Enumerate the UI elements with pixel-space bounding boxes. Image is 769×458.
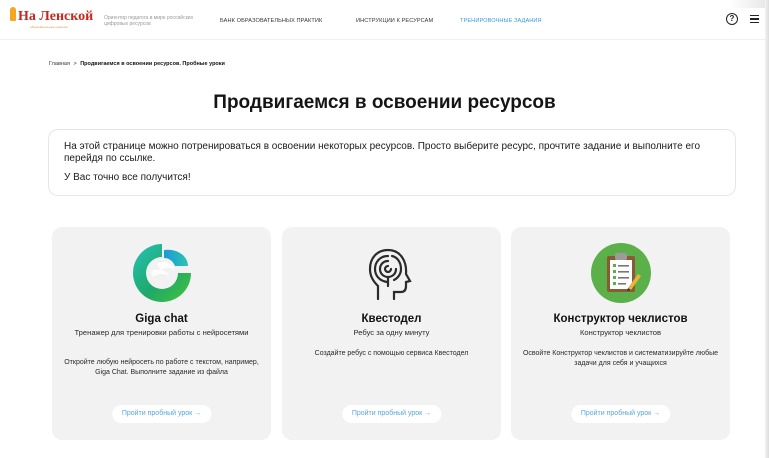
scrollbar[interactable] [765, 0, 769, 458]
nav-training-tasks[interactable]: ТРЕНИРОВОЧНЫЕ ЗАДАНИЯ [460, 18, 542, 24]
nav-practices-bank[interactable]: БАНК ОБРАЗОВАТЕЛЬНЫХ ПРАКТИК [220, 18, 322, 24]
page-edge-shadow [729, 0, 769, 8]
site-logo[interactable]: На Ленской образовательные практики [10, 7, 94, 29]
site-tagline: Ориентир педагога в мире российских цифр… [104, 15, 194, 27]
maze-head-icon [368, 248, 412, 301]
card-title: Giga chat [135, 313, 188, 325]
try-lesson-button[interactable]: Пройти пробный урок → [570, 405, 671, 423]
try-lesson-button[interactable]: Пройти пробный урок → [111, 405, 212, 423]
intro-encouragement: У Вас точно все получится! [64, 172, 191, 183]
breadcrumb-home[interactable]: Главная [49, 61, 70, 67]
card-checklist-builder: Конструктор чеклистов Конструктор чеклис… [511, 227, 730, 440]
breadcrumb-separator: > [73, 61, 77, 67]
menu-icon[interactable] [750, 15, 759, 25]
card-kvestodel: Квестодел Ребус за одну минуту Создайте … [282, 227, 501, 440]
card-gigachat: Giga chat Тренажер для тренировки работы… [52, 227, 271, 440]
card-subtitle: Тренажер для тренировки работы с нейросе… [74, 328, 249, 337]
card-title: Конструктор чеклистов [553, 313, 688, 325]
intro-box: На этой странице можно потренироваться в… [48, 129, 736, 196]
page-title: Продвигаемся в освоении ресурсов [213, 92, 556, 113]
flame-icon [10, 7, 16, 21]
gigachat-logo-icon [133, 244, 191, 302]
card-subtitle: Конструктор чеклистов [579, 328, 662, 337]
intro-text: На этой странице можно потренироваться в… [64, 141, 701, 164]
breadcrumb-current: Продвигаемся в освоении ресурсов. Пробны… [80, 61, 225, 67]
checklist-clipboard-icon [591, 243, 651, 303]
nav-resource-instructions[interactable]: ИНСТРУКЦИИ К РЕСУРСАМ [356, 18, 433, 24]
help-icon[interactable]: ? [726, 13, 738, 25]
breadcrumb: Главная > Продвигаемся в освоении ресурс… [49, 61, 225, 67]
logo-subtitle: образовательные практики [30, 25, 68, 29]
site-header: На Ленской образовательные практики Орие… [0, 0, 769, 40]
card-title: Квестодел [361, 313, 422, 325]
logo-text: На Ленской [18, 9, 94, 24]
card-description: Откройте любую нейросеть по работе с тек… [64, 359, 259, 376]
try-lesson-button[interactable]: Пройти пробный урок → [341, 405, 442, 423]
card-description: Создайте ребус с помощью сервиса Квестод… [314, 350, 469, 357]
card-description: Освойте Конструктор чеклистов и системат… [522, 350, 719, 367]
card-subtitle: Ребус за одну минуту [353, 328, 430, 337]
